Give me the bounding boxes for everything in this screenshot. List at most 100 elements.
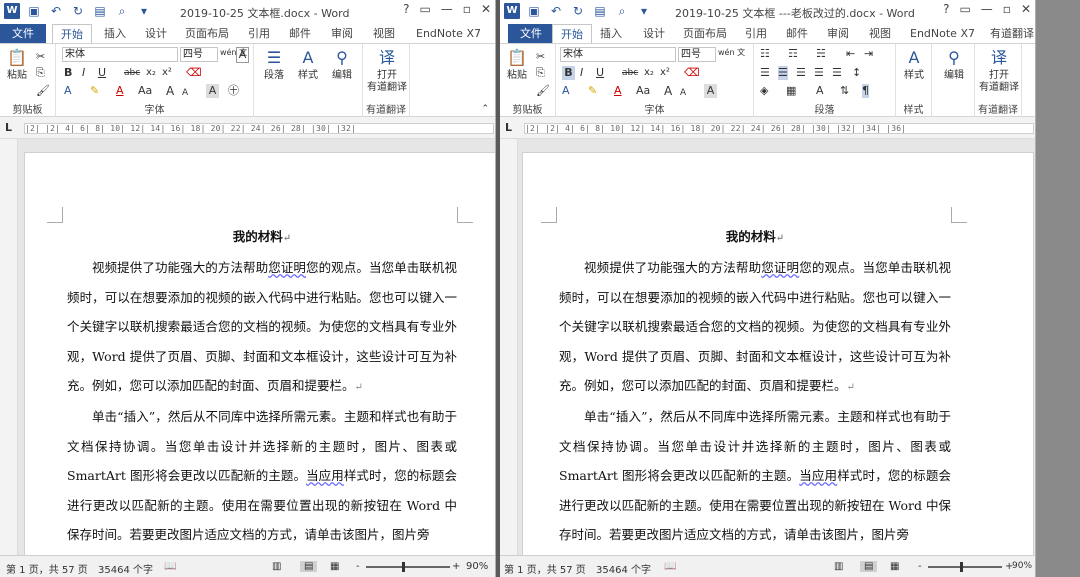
print-layout-icon[interactable]: ▤ — [860, 561, 878, 572]
grow-font-button[interactable]: A — [166, 84, 174, 98]
copy-icon[interactable]: ⎘ — [36, 66, 45, 80]
shrink-font-button[interactable]: A — [680, 86, 686, 100]
web-layout-icon[interactable]: ▦ — [330, 561, 339, 572]
zoom-slider[interactable] — [366, 566, 450, 568]
strikethrough-button[interactable]: abc — [124, 66, 140, 80]
show-marks-icon[interactable]: ¶ — [862, 84, 869, 98]
justify-icon[interactable]: ☰ — [814, 66, 824, 80]
distributed-icon[interactable]: ☰ — [832, 66, 842, 80]
proofing-icon[interactable]: 📖 — [664, 561, 676, 572]
page[interactable]: 我的材料↵ 视频提供了功能强大的方法帮助您证明您的观点。当您单击联机视频时，可以… — [24, 152, 495, 572]
underline-button[interactable]: U — [98, 66, 106, 80]
print-icon[interactable]: ▤ — [592, 3, 608, 19]
print-icon[interactable]: ▤ — [92, 3, 108, 19]
youdao-open-button[interactable]: 译 打开 有道翻译 — [977, 48, 1021, 94]
tab-mailings[interactable]: 邮件 — [289, 24, 311, 43]
save-icon[interactable]: ▣ — [26, 3, 42, 19]
maximize-button[interactable]: ▫ — [463, 2, 471, 16]
maximize-button[interactable]: ▫ — [1003, 2, 1011, 16]
tab-youdao[interactable]: 有道翻译 — [990, 24, 1034, 43]
text-effects-icon[interactable]: A — [562, 84, 570, 98]
strikethrough-button[interactable]: abc — [622, 66, 638, 80]
tab-layout[interactable]: 页面布局 — [185, 24, 229, 43]
word-count[interactable]: 35464 个字 — [98, 561, 153, 576]
tab-endnote[interactable]: EndNote X7 — [416, 24, 481, 43]
tab-selector[interactable]: L — [5, 121, 12, 134]
document-body[interactable]: 我的材料↵ 视频提供了功能强大的方法帮助您证明您的观点。当您单击联机视频时，可以… — [559, 222, 951, 549]
web-layout-icon[interactable]: ▦ — [890, 561, 899, 572]
decrease-indent-icon[interactable]: ⇤ — [846, 47, 855, 61]
minimize-button[interactable]: — — [441, 2, 453, 16]
word-count[interactable]: 35464 个字 — [596, 561, 651, 576]
multilevel-list-icon[interactable]: ☵ — [816, 47, 826, 61]
underline-button[interactable]: U — [596, 66, 604, 80]
align-center-icon[interactable]: ☰ — [778, 66, 788, 80]
subscript-button[interactable]: x₂ — [644, 66, 654, 80]
zoom-slider[interactable] — [928, 566, 1002, 568]
zoom-slider-knob[interactable] — [402, 562, 405, 572]
zoom-in-button[interactable]: + — [452, 561, 460, 572]
redo-icon[interactable]: ↻ — [570, 3, 586, 19]
tab-insert[interactable]: 插入 — [600, 24, 622, 43]
highlight-icon[interactable]: ✎ — [588, 84, 597, 98]
undo-icon[interactable]: ↶ — [548, 3, 564, 19]
document-body[interactable]: 我的材料↵ 视频提供了功能强大的方法帮助您证明您的观点。当您单击联机视频时，可以… — [67, 222, 457, 549]
styles-button[interactable]: A 样式 — [900, 48, 928, 82]
cut-icon[interactable]: ✂ — [536, 50, 545, 64]
tab-insert[interactable]: 插入 — [104, 24, 126, 43]
preview-icon[interactable]: ⌕ — [114, 3, 130, 19]
zoom-out-button[interactable]: - — [918, 561, 922, 572]
tab-home[interactable]: 开始 — [552, 24, 592, 43]
align-right-icon[interactable]: ☰ — [796, 66, 806, 80]
styles-button[interactable]: A 样式 — [294, 48, 322, 82]
vertical-ruler[interactable] — [0, 139, 18, 555]
paste-button[interactable]: 📋 粘贴 — [504, 48, 530, 82]
zoom-out-button[interactable]: - — [356, 561, 360, 572]
align-left-icon[interactable]: ☰ — [760, 66, 770, 80]
save-icon[interactable]: ▣ — [526, 3, 542, 19]
editing-button[interactable]: ⚲ 编辑 — [940, 48, 968, 82]
superscript-button[interactable]: x² — [162, 66, 172, 80]
tab-review[interactable]: 审阅 — [331, 24, 353, 43]
borders-icon[interactable]: ▦ — [786, 84, 796, 98]
read-mode-icon[interactable]: ▥ — [272, 561, 281, 572]
page-count[interactable]: 第 1 页，共 57 页 — [6, 561, 88, 576]
zoom-slider-knob[interactable] — [960, 562, 963, 572]
highlight-icon[interactable]: ✎ — [90, 84, 99, 98]
paste-button[interactable]: 📋 粘贴 — [4, 48, 30, 82]
help-button[interactable]: ? — [943, 2, 949, 16]
proofing-icon[interactable]: 📖 — [164, 561, 176, 572]
numbering-icon[interactable]: ☶ — [788, 47, 798, 61]
youdao-open-button[interactable]: 译 打开 有道翻译 — [365, 48, 409, 94]
bold-button[interactable]: B — [64, 66, 72, 80]
font-size-select[interactable]: 四号 — [180, 47, 218, 62]
ribbon-display-button[interactable]: ▭ — [419, 2, 430, 16]
font-size-select[interactable]: 四号 — [678, 47, 716, 62]
char-border-button[interactable]: A — [236, 47, 249, 63]
redo-icon[interactable]: ↻ — [70, 3, 86, 19]
tab-endnote[interactable]: EndNote X7 — [910, 24, 975, 43]
paragraph-button[interactable]: ☰ 段落 — [260, 48, 288, 82]
tab-review[interactable]: 审阅 — [827, 24, 849, 43]
tab-design[interactable]: 设计 — [145, 24, 167, 43]
shrink-font-button[interactable]: A — [182, 86, 188, 100]
tab-references[interactable]: 引用 — [248, 24, 270, 43]
bullets-icon[interactable]: ☷ — [760, 47, 770, 61]
enclose-char-icon[interactable]: ㊉ — [228, 84, 239, 98]
line-spacing-icon[interactable]: ↕ — [852, 66, 861, 80]
font-name-select[interactable]: 宋体 — [62, 47, 178, 62]
customize-qat-icon[interactable]: ▾ — [136, 3, 152, 19]
format-painter-icon[interactable]: 🖌 — [36, 84, 50, 98]
tab-view[interactable]: 视图 — [869, 24, 891, 43]
zoom-level[interactable]: 90% — [466, 561, 488, 572]
clear-format-icon[interactable]: ⌫ — [684, 66, 700, 80]
customize-qat-icon[interactable]: ▾ — [636, 3, 652, 19]
ruler-scale[interactable]: |2| |2| 4| 6| 8| 10| 12| 14| 16| 18| 20|… — [24, 123, 494, 134]
chinese-layout-icon[interactable]: A — [816, 84, 824, 98]
preview-icon[interactable]: ⌕ — [614, 3, 630, 19]
tab-view[interactable]: 视图 — [373, 24, 395, 43]
sort-icon[interactable]: ⇅ — [840, 84, 849, 98]
close-button[interactable]: ✕ — [481, 2, 491, 16]
text-effects-icon[interactable]: A — [64, 84, 72, 98]
minimize-button[interactable]: — — [981, 2, 993, 16]
